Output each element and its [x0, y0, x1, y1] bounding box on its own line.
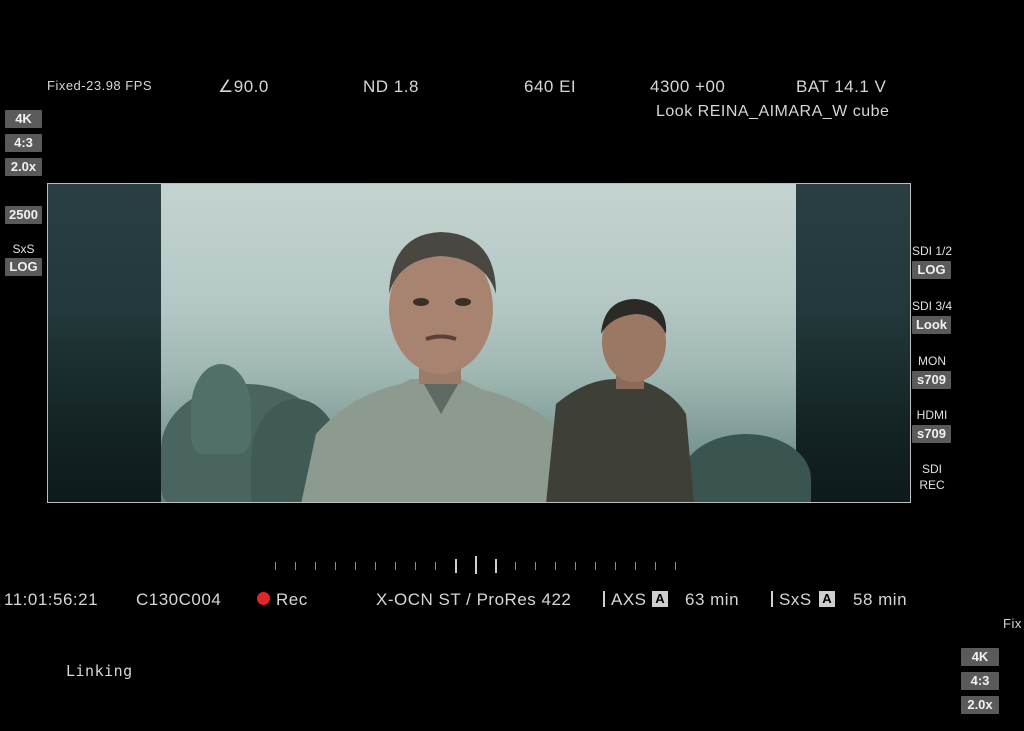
ruler-tick: [595, 562, 596, 570]
corner-resolution-badge: 4K: [961, 648, 999, 666]
ruler-tick: [675, 562, 676, 570]
ruler-tick: [335, 562, 336, 570]
ruler-tick: [355, 562, 356, 570]
axs-remaining: 63 min: [685, 590, 740, 609]
axs-card-slot-icon: A: [648, 590, 672, 608]
output-value-sdi34: Look: [912, 316, 951, 334]
ruler-tick: [275, 562, 276, 570]
ruler-tick: [555, 562, 556, 570]
ruler-tick: [515, 562, 516, 570]
codec-readout: X-OCN ST / ProRes 422: [376, 590, 572, 609]
corner-partial-text: Fix: [1003, 616, 1022, 631]
corner-squeeze-badge: 2.0x: [961, 696, 999, 714]
actor-background: [546, 299, 694, 502]
ruler-tick: [395, 562, 396, 570]
media-label: SxS: [12, 242, 35, 256]
sxs-media-label: SxS: [779, 590, 812, 609]
ruler-tick: [535, 562, 536, 570]
sdi-rec-label-2: REC: [919, 478, 945, 492]
white-balance-readout: 4300 +00: [650, 77, 726, 96]
clip-name-readout: C130C004: [136, 590, 222, 609]
iso-badge: 2500: [5, 206, 42, 224]
ruler-tick: [655, 562, 656, 570]
ruler-tick: [295, 562, 296, 570]
shutter-angle-readout: ∠90.0: [218, 77, 269, 96]
exposure-index-readout: 640 EI: [524, 77, 577, 96]
video-frame: [161, 184, 811, 502]
fps-readout: Fixed-23.98 FPS: [47, 78, 153, 93]
timecode-readout: 11:01:56:21: [4, 590, 99, 609]
axs-media-label: AXS: [611, 590, 647, 609]
resolution-badge: 4K: [5, 110, 42, 128]
ruler-tick: [455, 559, 457, 573]
ruler-tick: [495, 559, 497, 573]
linking-status: Linking: [66, 662, 133, 680]
look-file-readout: Look REINA_AIMARA_W cube: [656, 103, 890, 120]
ruler-tick: [575, 562, 576, 570]
rec-status-label: Rec: [276, 590, 308, 609]
output-label-sdi34: SDI 3/4: [911, 299, 953, 313]
aspect-badge: 4:3: [5, 134, 42, 152]
output-label-sdi12: SDI 1/2: [911, 244, 953, 258]
ruler-tick: [435, 562, 436, 570]
corner-aspect-badge: 4:3: [961, 672, 999, 690]
nd-filter-readout: ND 1.8: [363, 77, 419, 96]
sxs-remaining: 58 min: [853, 590, 908, 609]
ruler-tick: [475, 556, 477, 574]
ruler-tick: [635, 562, 636, 570]
camera-viewport: [47, 183, 911, 503]
sdi-rec-label: SDI: [921, 462, 942, 476]
sxs-separator: [771, 591, 773, 607]
output-label-hdmi: HDMI: [916, 408, 948, 422]
axs-separator: [603, 591, 605, 607]
battery-readout: BAT 14.1 V: [796, 77, 887, 96]
output-label-mon: MON: [918, 354, 946, 368]
ruler-tick: [615, 562, 616, 570]
right-letterbox: [796, 184, 910, 502]
squeeze-badge: 2.0x: [5, 158, 42, 176]
ruler-tick: [315, 562, 316, 570]
ruler-tick: [415, 562, 416, 570]
horizon-level-ruler: [275, 556, 685, 576]
ruler-tick: [375, 562, 376, 570]
gamma-badge: LOG: [5, 258, 42, 276]
output-value-hdmi: s709: [912, 425, 951, 443]
output-value-sdi12: LOG: [912, 261, 951, 279]
sxs-card-slot-icon: A: [815, 590, 839, 608]
output-value-mon: s709: [912, 371, 951, 389]
rec-dot-icon: [257, 592, 270, 605]
left-letterbox: [48, 184, 161, 502]
